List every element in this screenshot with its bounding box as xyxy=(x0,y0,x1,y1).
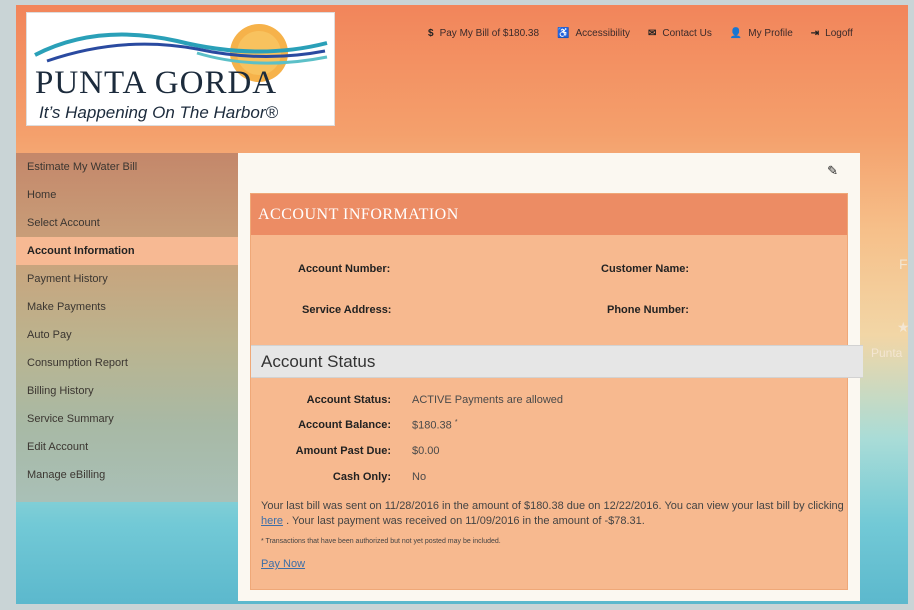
contact-us-label: Contact Us xyxy=(662,27,712,39)
service-address-label: Service Address: xyxy=(302,304,392,316)
accessibility-link[interactable]: ♿ Accessibility xyxy=(557,28,630,39)
sidebar-item-payment-history[interactable]: Payment History xyxy=(16,265,238,293)
phone-number-label: Phone Number: xyxy=(607,304,689,316)
customer-name-label: Customer Name: xyxy=(601,263,690,275)
pay-now-link[interactable]: Pay Now xyxy=(261,558,305,570)
sidebar-item-make-payments[interactable]: Make Payments xyxy=(16,293,238,321)
cash-only-label: Cash Only: xyxy=(332,471,391,483)
sidebar-item-estimate-water-bill[interactable]: Estimate My Water Bill xyxy=(16,153,238,181)
window-frame-left xyxy=(0,0,16,610)
account-status-label: Account Status: xyxy=(306,394,391,406)
main-content: ✎ ACCOUNT INFORMATION Account Number: Cu… xyxy=(238,153,863,601)
top-navigation: $ Pay My Bill of $180.38 ♿ Accessibility… xyxy=(428,26,853,40)
sidebar-item-consumption-report[interactable]: Consumption Report xyxy=(16,349,238,377)
account-balance-value: $180.38 xyxy=(412,419,452,432)
sidebar-item-manage-ebilling[interactable]: Manage eBilling xyxy=(16,461,238,489)
view-last-bill-link[interactable]: here xyxy=(261,515,283,527)
window-frame-right xyxy=(908,0,914,610)
my-profile-label: My Profile xyxy=(748,27,793,39)
accessibility-icon: ♿ xyxy=(557,27,570,39)
amount-past-due-label: Amount Past Due: xyxy=(295,445,391,457)
logo-title: PUNTA GORDA xyxy=(35,65,278,101)
logout-icon: ⇥ xyxy=(810,27,820,39)
balance-footnote-marker: * xyxy=(454,419,458,426)
account-status-value: ACTIVE Payments are allowed xyxy=(412,394,564,406)
window-frame-bottom xyxy=(0,604,914,610)
account-information-header: ACCOUNT INFORMATION xyxy=(251,194,847,235)
sidebar-item-account-information[interactable]: Account Information xyxy=(16,237,238,265)
status-row-account-status: Account Status: ACTIVE Payments are allo… xyxy=(251,394,651,414)
sidebar-item-auto-pay[interactable]: Auto Pay xyxy=(16,321,238,349)
notice-text-part2: . Your last payment was received on 11/0… xyxy=(283,515,645,527)
pay-bill-label: Pay My Bill of $180.38 xyxy=(439,27,540,39)
status-row-account-balance: Account Balance: $180.38 * xyxy=(251,419,651,439)
logoff-link[interactable]: ⇥ Logoff xyxy=(811,28,853,39)
sidebar-item-home[interactable]: Home xyxy=(16,181,238,209)
amount-past-due-value: $0.00 xyxy=(412,445,440,457)
last-bill-notice: Your last bill was sent on 11/28/2016 in… xyxy=(261,499,846,529)
edit-pencil-icon[interactable]: ✎ xyxy=(827,163,838,179)
background-word: Punta xyxy=(871,346,903,360)
account-status-header: Account Status xyxy=(251,345,863,378)
sidebar-menu: Estimate My Water Bill Home Select Accou… xyxy=(16,153,238,502)
status-row-amount-past-due: Amount Past Due: $0.00 xyxy=(251,445,651,465)
sidebar-item-service-summary[interactable]: Service Summary xyxy=(16,405,238,433)
star-icon: ★ xyxy=(897,319,910,335)
account-information-panel: ACCOUNT INFORMATION Account Number: Cust… xyxy=(250,193,863,590)
logo-tagline: It’s Happening On The Harbor® xyxy=(39,103,279,122)
notice-text-part1: Your last bill was sent on 11/28/2016 in… xyxy=(261,500,844,512)
contact-us-link[interactable]: ✉ Contact Us xyxy=(648,28,712,39)
logoff-label: Logoff xyxy=(825,27,853,39)
site-logo[interactable]: PUNTA GORDA It’s Happening On The Harbor… xyxy=(26,12,335,126)
transactions-footnote: * Transactions that have been authorized… xyxy=(261,538,501,545)
dollar-icon: $ xyxy=(428,27,434,39)
user-icon: 👤 xyxy=(729,27,743,39)
account-balance-value-wrap: $180.38 * xyxy=(412,419,458,432)
window-frame-top xyxy=(0,0,914,5)
pay-bill-link[interactable]: $ Pay My Bill of $180.38 xyxy=(428,28,539,39)
envelope-icon: ✉ xyxy=(647,27,657,39)
background-letter: F xyxy=(899,256,908,272)
cash-only-value: No xyxy=(412,471,427,483)
sidebar-item-select-account[interactable]: Select Account xyxy=(16,209,238,237)
sidebar-item-billing-history[interactable]: Billing History xyxy=(16,377,238,405)
account-number-label: Account Number: xyxy=(298,263,391,275)
status-row-cash-only: Cash Only: No xyxy=(251,471,651,491)
account-balance-label: Account Balance: xyxy=(298,419,391,431)
accessibility-label: Accessibility xyxy=(575,27,630,39)
sidebar-item-edit-account[interactable]: Edit Account xyxy=(16,433,238,461)
my-profile-link[interactable]: 👤 My Profile xyxy=(730,28,793,39)
